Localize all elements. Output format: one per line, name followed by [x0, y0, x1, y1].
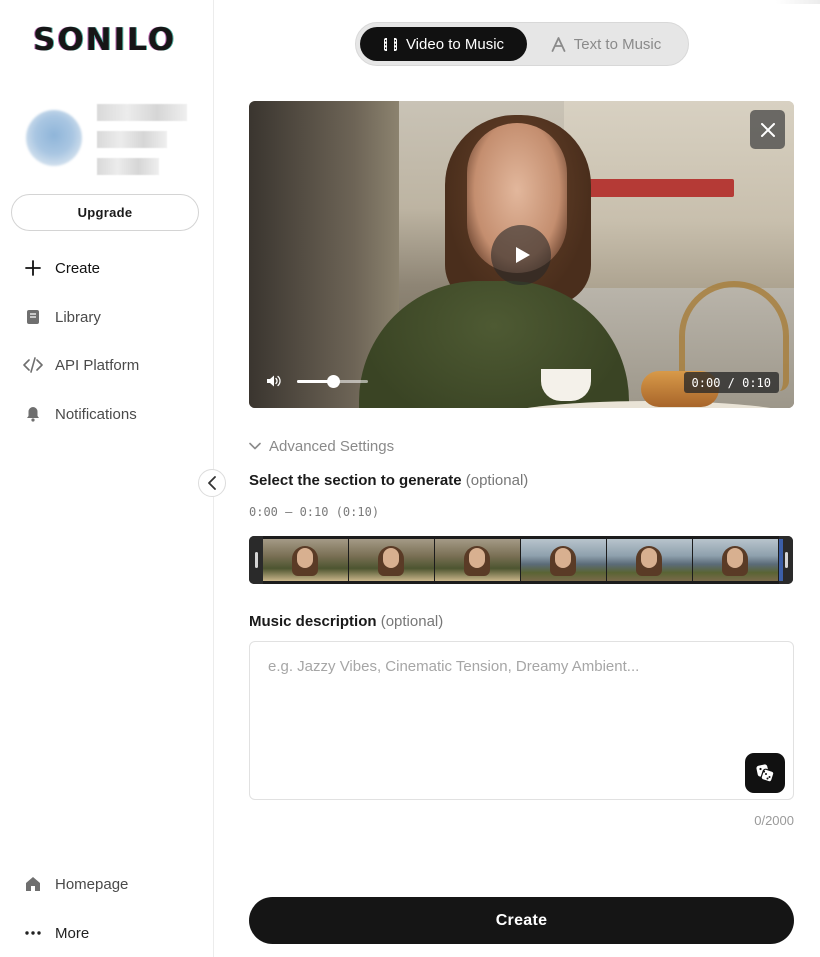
advanced-settings-toggle[interactable]: Advanced Settings	[249, 436, 394, 456]
timeline-frame	[521, 539, 606, 581]
film-icon	[383, 37, 398, 52]
grip-icon	[784, 552, 788, 568]
video-timeline-selector[interactable]	[249, 536, 793, 584]
plus-icon	[22, 257, 44, 279]
timeline-end-handle[interactable]	[779, 536, 793, 584]
sidebar-item-label: Create	[55, 259, 101, 277]
timeline-frame	[263, 539, 348, 581]
chevron-left-icon	[207, 476, 217, 490]
tab-text-to-music[interactable]: Text to Music	[528, 27, 684, 61]
music-description-title: Music description (optional)	[249, 613, 443, 630]
video-scene-awning	[584, 179, 734, 197]
play-icon	[515, 246, 531, 264]
dice-icon	[755, 763, 775, 783]
sidebar-item-api-platform[interactable]: API Platform	[22, 353, 139, 377]
tab-video-to-music[interactable]: Video to Music	[360, 27, 527, 61]
timeline-start-handle[interactable]	[249, 536, 263, 584]
section-range-text: 0:00 — 0:10 (0:10)	[249, 505, 380, 519]
remove-video-button[interactable]	[750, 110, 785, 149]
random-prompt-button[interactable]	[745, 753, 785, 793]
sidebar-item-label: Homepage	[55, 875, 129, 893]
tab-label: Video to Music	[405, 35, 505, 53]
section-select-title: Select the section to generate (optional…	[249, 472, 528, 489]
upgrade-button[interactable]: Upgrade	[11, 194, 199, 231]
code-icon	[22, 354, 44, 376]
video-time-display: 0:00 / 0:10	[683, 372, 779, 393]
music-description-title-text: Music description	[249, 613, 377, 630]
sidebar-item-label: Notifications	[55, 405, 137, 423]
sidebar-item-create[interactable]: Create	[22, 256, 100, 280]
sidebar-item-library[interactable]: Library	[22, 305, 101, 329]
grip-icon	[254, 552, 258, 568]
profile-line	[97, 131, 167, 148]
timeline-frame	[349, 539, 434, 581]
mode-toggle: Video to Music Text to Music	[355, 22, 689, 66]
profile-line	[97, 104, 187, 121]
sonilo-logo[interactable]: SONILO	[33, 22, 176, 58]
sidebar-item-label: API Platform	[55, 356, 140, 374]
timeline-frames	[263, 539, 779, 581]
music-description-input[interactable]	[250, 642, 793, 799]
text-a-icon	[551, 36, 566, 52]
timeline-frame	[607, 539, 692, 581]
section-select-optional: (optional)	[465, 472, 529, 489]
advanced-settings-label: Advanced Settings	[269, 437, 395, 455]
book-icon	[22, 306, 44, 328]
volume-slider[interactable]	[297, 375, 368, 388]
play-button[interactable]	[491, 225, 551, 285]
character-counter: 0/2000	[754, 813, 794, 828]
music-description-box	[249, 641, 794, 800]
more-dots-icon	[22, 922, 44, 944]
profile-line	[97, 158, 159, 175]
sidebar-item-homepage[interactable]: Homepage	[22, 872, 128, 896]
volume-slider-knob[interactable]	[326, 375, 340, 388]
sidebar-item-label: Library	[55, 308, 101, 326]
volume-button[interactable]	[266, 374, 281, 393]
create-button[interactable]: Create	[249, 897, 794, 944]
timeline-frame	[693, 539, 778, 581]
bell-icon	[22, 403, 44, 425]
volume-icon	[266, 374, 281, 388]
profile-info-blurred	[97, 104, 187, 185]
sidebar: SONILO Upgrade Create Library API Platfo…	[0, 0, 214, 957]
corner-shadow	[776, 0, 820, 4]
video-scene-cup	[541, 369, 591, 401]
sidebar-item-more[interactable]: More	[22, 921, 89, 945]
home-icon	[22, 873, 44, 895]
chevron-down-icon	[249, 442, 261, 450]
video-player[interactable]: 0:00 / 0:10	[249, 101, 794, 408]
sidebar-item-label: More	[55, 924, 90, 942]
section-select-title-text: Select the section to generate	[249, 472, 462, 489]
timeline-frame	[435, 539, 520, 581]
avatar[interactable]	[26, 110, 82, 166]
tab-label: Text to Music	[573, 35, 662, 53]
music-description-optional: (optional)	[380, 613, 444, 630]
collapse-sidebar-button[interactable]	[198, 469, 226, 497]
close-icon	[760, 122, 775, 137]
sidebar-item-notifications[interactable]: Notifications	[22, 402, 137, 426]
